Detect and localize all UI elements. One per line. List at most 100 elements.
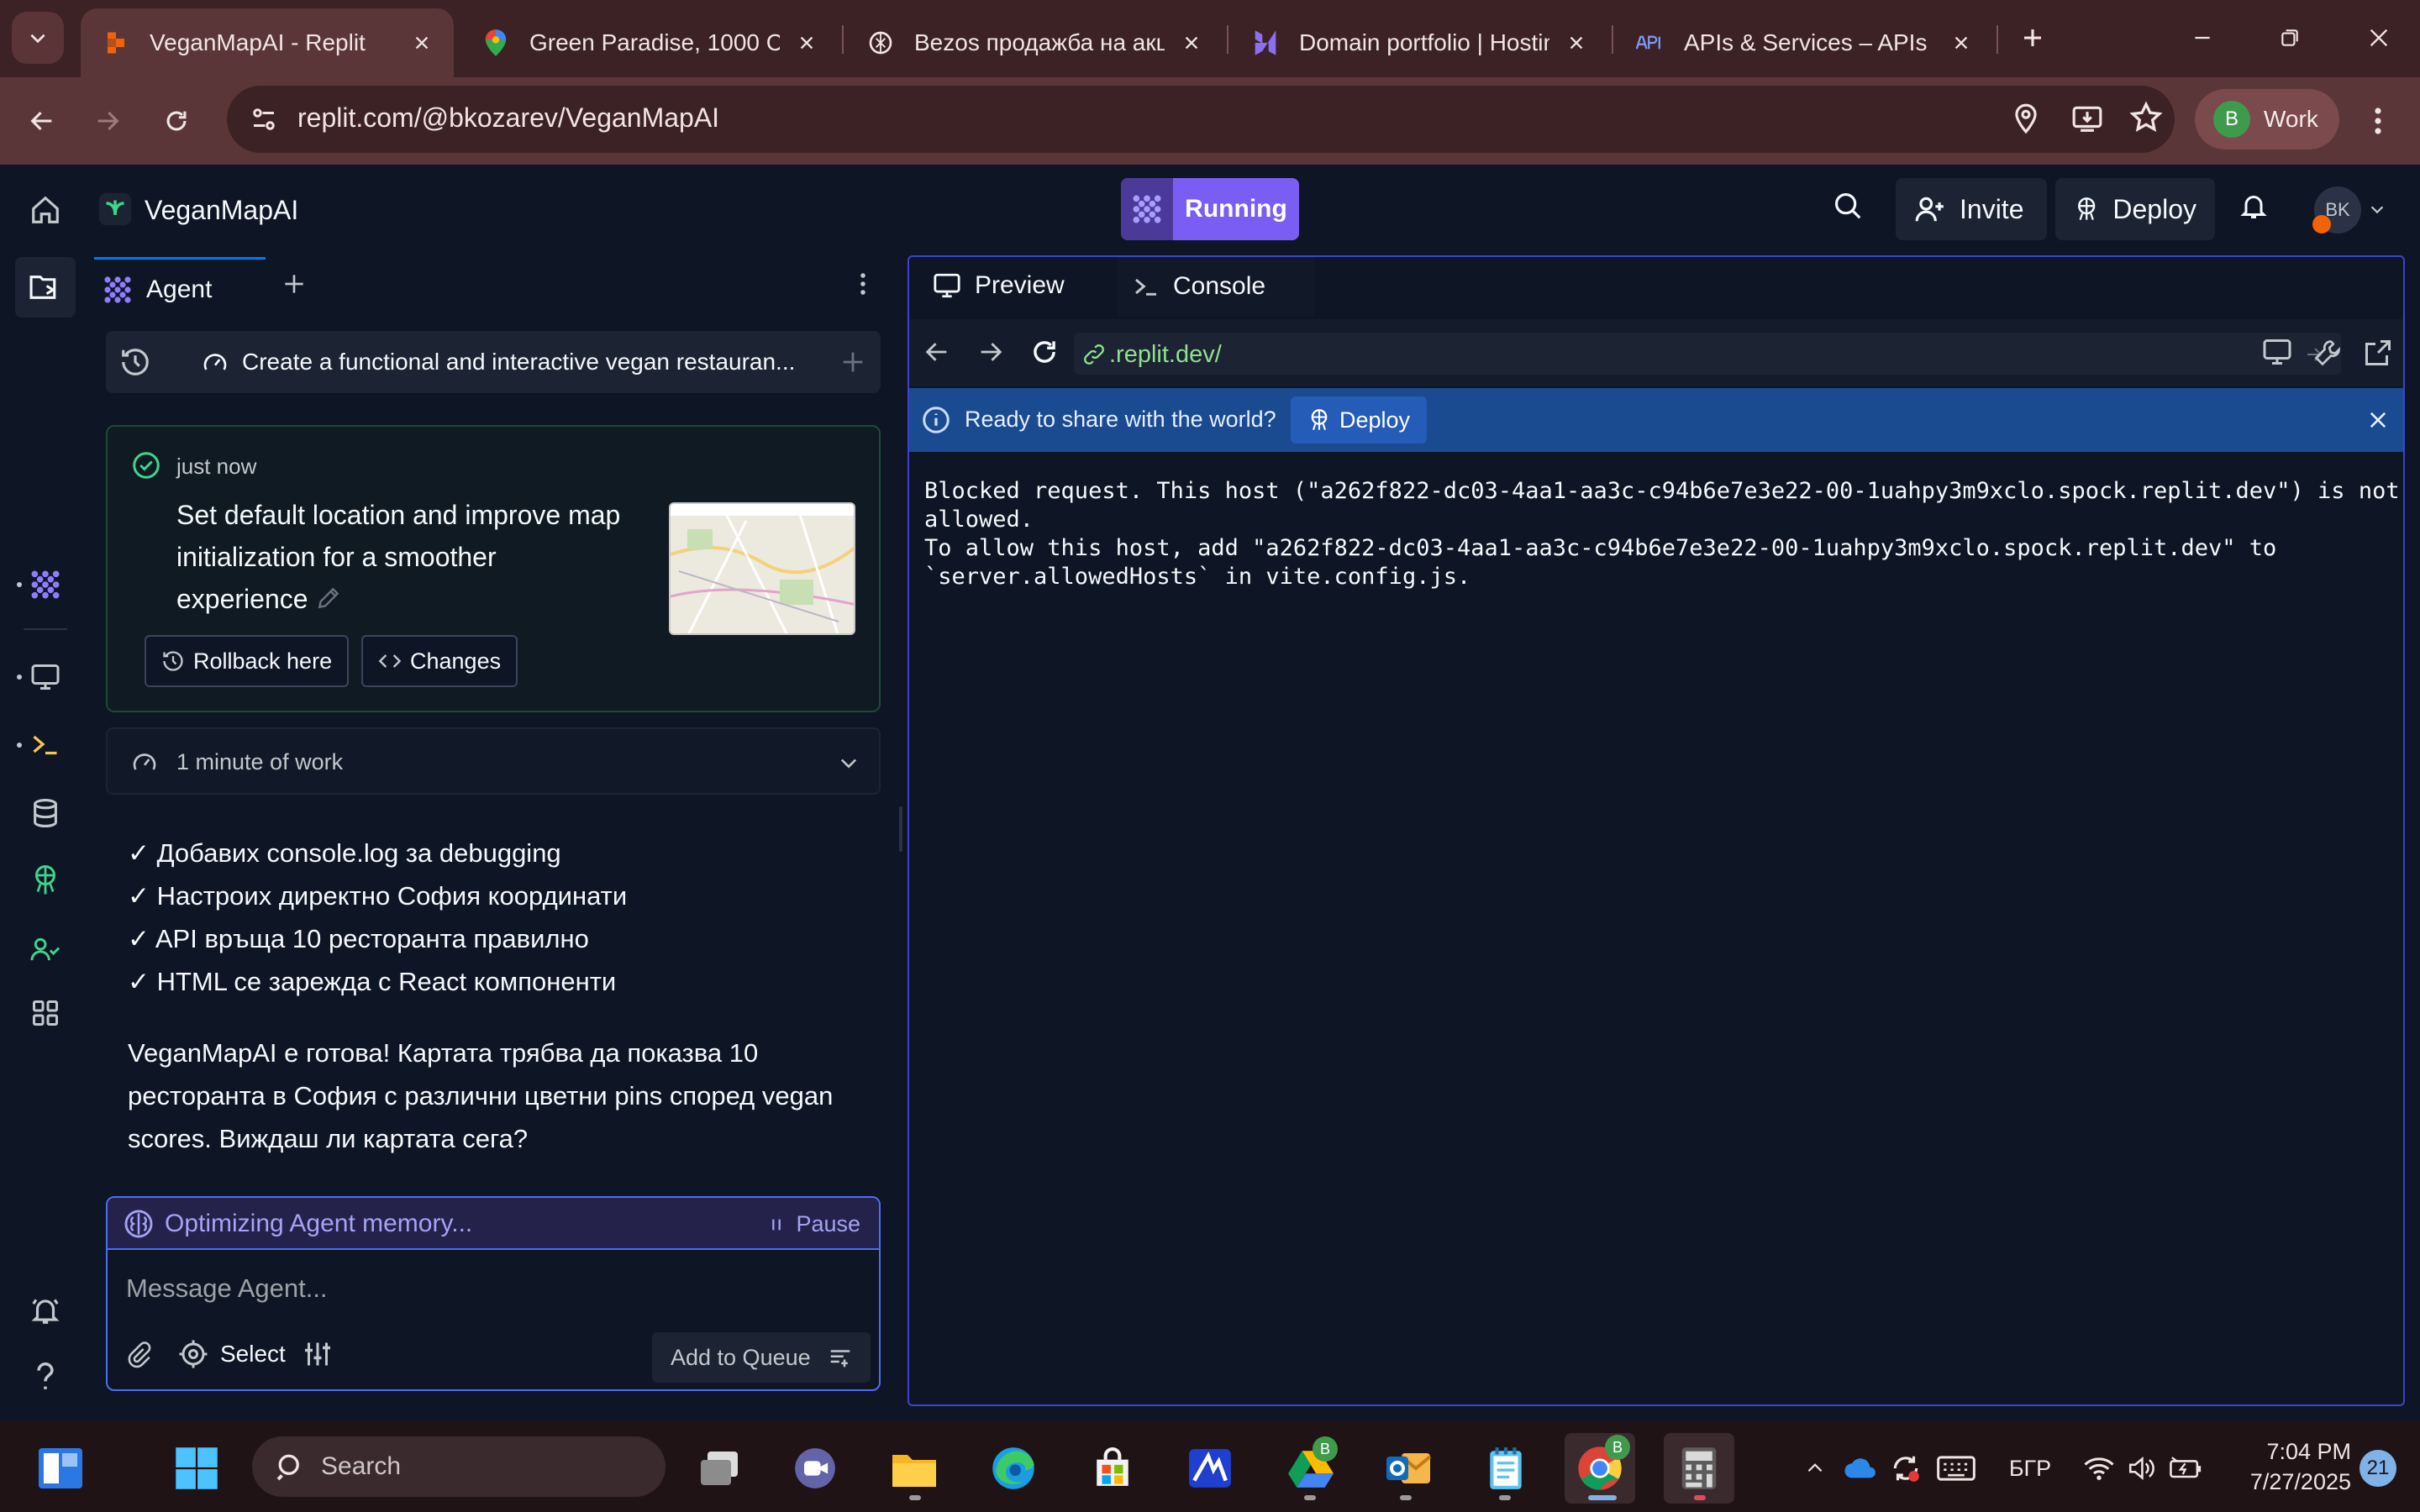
- notifications-button[interactable]: [2238, 190, 2279, 230]
- database-rail-button[interactable]: [24, 791, 67, 835]
- app-button[interactable]: [1185, 1443, 1235, 1494]
- chevron-down-icon[interactable]: [837, 751, 860, 774]
- apps-rail-button[interactable]: [24, 991, 67, 1035]
- close-window-button[interactable]: [2349, 12, 2408, 64]
- devtools-button[interactable]: [2312, 338, 2343, 368]
- widgets-button[interactable]: [35, 1443, 86, 1494]
- clock-date: 7/27/2025: [2249, 1469, 2351, 1494]
- invite-button[interactable]: Invite: [1896, 178, 2047, 240]
- new-tab-button[interactable]: [281, 270, 308, 297]
- add-to-queue-button[interactable]: Add to Queue: [652, 1332, 871, 1383]
- project-name[interactable]: VeganMapAI: [145, 195, 298, 226]
- dismiss-banner-button[interactable]: [2366, 408, 2390, 432]
- deployments-rail-button[interactable]: [24, 858, 67, 902]
- close-icon[interactable]: [1176, 28, 1207, 58]
- alerts-rail-button[interactable]: [24, 1289, 67, 1332]
- preview-url-input[interactable]: .replit.dev/: [1074, 333, 2341, 375]
- close-icon[interactable]: [1561, 28, 1591, 58]
- file-explorer-button[interactable]: [889, 1443, 939, 1494]
- keyboard-button[interactable]: [1934, 1446, 1978, 1490]
- site-info-icon[interactable]: [249, 104, 279, 134]
- run-button[interactable]: Running: [1121, 178, 1299, 240]
- close-icon[interactable]: [407, 28, 437, 58]
- tab-separator: [1612, 25, 1613, 54]
- panel-menu-button[interactable]: [859, 270, 867, 297]
- tab-domain-portfolio[interactable]: Domain portfolio | Hostin: [1230, 8, 1608, 77]
- notepad-button[interactable]: [1481, 1443, 1531, 1494]
- tray-expand-button[interactable]: [1798, 1446, 1832, 1490]
- webview-rail-button[interactable]: [24, 655, 67, 699]
- location-icon[interactable]: [2010, 102, 2042, 134]
- deploy-button[interactable]: Deploy: [2055, 178, 2215, 240]
- tab-search-button[interactable]: [12, 12, 64, 64]
- battery-icon[interactable]: [2166, 1446, 2207, 1490]
- outlook-button[interactable]: [1383, 1443, 1434, 1494]
- wifi-icon[interactable]: [2082, 1446, 2116, 1490]
- tab-agent[interactable]: Agent: [94, 257, 266, 319]
- share-banner: Ready to share with the world? Deploy: [909, 388, 2403, 452]
- tab-preview[interactable]: Preview: [918, 257, 1116, 316]
- store-button[interactable]: [1087, 1443, 1138, 1494]
- clock[interactable]: 7:04 PM 7/27/2025: [2225, 1436, 2351, 1497]
- tab-veganmapai[interactable]: VeganMapAI - Replit: [81, 8, 454, 77]
- files-button[interactable]: [15, 257, 76, 318]
- close-icon[interactable]: [792, 28, 822, 58]
- new-chat-button[interactable]: [839, 348, 867, 376]
- checkpoint-screenshot[interactable]: [669, 502, 855, 635]
- device-preview-button[interactable]: [2262, 338, 2292, 366]
- back-button[interactable]: [17, 96, 67, 146]
- search-button[interactable]: [1832, 190, 1872, 230]
- attach-button[interactable]: [124, 1339, 153, 1371]
- sync-button[interactable]: [1886, 1446, 1926, 1490]
- tab-apis-services[interactable]: APIs & Services – APIs &: [1615, 8, 1993, 77]
- changes-button[interactable]: Changes: [361, 635, 518, 687]
- restore-button[interactable]: [2260, 12, 2319, 64]
- bookmark-star-icon[interactable]: [2129, 101, 2163, 134]
- task-view-button[interactable]: [694, 1443, 744, 1494]
- select-button[interactable]: Select: [178, 1339, 286, 1369]
- install-app-icon[interactable]: [2070, 102, 2104, 134]
- preview-forward-button[interactable]: [976, 338, 1005, 366]
- tab-green-paradise[interactable]: Green Paradise, 1000 Co: [460, 8, 839, 77]
- calculator-icon: [1681, 1447, 1717, 1489]
- pause-button[interactable]: Pause: [767, 1211, 860, 1237]
- profile-button[interactable]: B Work: [2195, 89, 2339, 150]
- language-indicator[interactable]: БГР: [1996, 1446, 2064, 1490]
- help-rail-button[interactable]: [24, 1354, 67, 1398]
- preview-reload-button[interactable]: [1028, 336, 1060, 368]
- rollback-button[interactable]: Rollback here: [145, 635, 350, 687]
- chevron-down-icon[interactable]: [2368, 200, 2386, 218]
- forward-button[interactable]: [82, 96, 133, 146]
- message-input[interactable]: [126, 1270, 857, 1307]
- teams-button[interactable]: [790, 1443, 840, 1494]
- volume-icon[interactable]: [2124, 1446, 2158, 1490]
- address-bar[interactable]: replit.com/@bkozarev/VeganMapAI: [227, 86, 2175, 153]
- open-new-tab-button[interactable]: [2363, 338, 2393, 368]
- agent-rail-button[interactable]: [24, 563, 67, 606]
- chat-title[interactable]: Create a functional and interactive vega…: [242, 349, 795, 375]
- preview-back-button[interactable]: [923, 338, 951, 366]
- edge-button[interactable]: [988, 1443, 1039, 1494]
- share-deploy-button[interactable]: Deploy: [1291, 396, 1427, 444]
- user-check-rail-button[interactable]: [24, 927, 67, 971]
- home-button[interactable]: [24, 188, 67, 232]
- calculator-button[interactable]: [1674, 1443, 1724, 1494]
- onedrive-button[interactable]: [1840, 1446, 1881, 1490]
- notification-count[interactable]: 21: [2360, 1450, 2396, 1487]
- share-deploy-label: Deploy: [1339, 407, 1411, 433]
- tab-console[interactable]: Console: [1118, 257, 1314, 316]
- taskbar-search[interactable]: Search: [252, 1436, 666, 1497]
- history-icon[interactable]: [119, 346, 151, 378]
- settings-button[interactable]: [302, 1339, 333, 1369]
- minimize-button[interactable]: [2173, 12, 2232, 64]
- browser-menu-button[interactable]: [2353, 96, 2403, 146]
- panel-resize-handle[interactable]: [899, 806, 902, 852]
- start-button[interactable]: [171, 1443, 222, 1494]
- close-icon[interactable]: [1946, 28, 1976, 58]
- shell-rail-button[interactable]: [24, 722, 67, 766]
- new-tab-button[interactable]: [2003, 12, 2062, 64]
- work-summary[interactable]: 1 minute of work: [106, 727, 881, 795]
- tab-bezos[interactable]: Bezos продажба на акц: [845, 8, 1223, 77]
- checkpoint-message: Set default location and improve map ini…: [176, 494, 630, 620]
- reload-button[interactable]: [151, 96, 202, 146]
